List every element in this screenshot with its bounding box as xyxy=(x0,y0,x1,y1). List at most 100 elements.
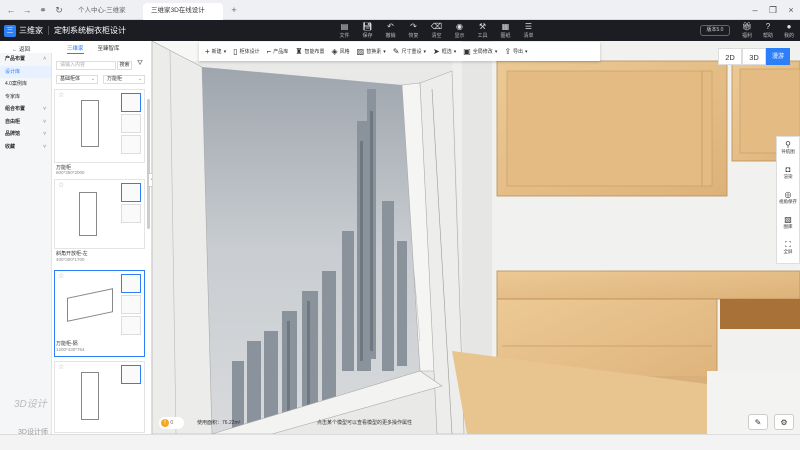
product-dims: 400*300*1700 xyxy=(56,257,85,262)
area-status: 使用面积：76.22m² xyxy=(197,420,241,426)
toolbar-label: 产品库 xyxy=(273,49,289,55)
tool-camera[interactable]: ◘ 渲染 xyxy=(777,162,799,187)
tab-sanweijia[interactable]: 三维家 xyxy=(67,44,84,54)
toolbar-material[interactable]: ▨ 替换素 ▾ xyxy=(357,47,386,56)
menu-display[interactable]: ◉ 显示 xyxy=(448,21,471,41)
user-menu[interactable]: ● 我的 xyxy=(780,21,798,41)
product-card[interactable]: ☆ xyxy=(54,179,145,249)
chevron-icon: ˅ xyxy=(43,118,46,125)
tool-navigation[interactable]: ⚲ 导航图 xyxy=(777,137,799,162)
toolbar-style[interactable]: ◈ 风格 xyxy=(332,47,350,56)
variant-thumb[interactable] xyxy=(121,135,141,154)
category-item[interactable]: 组合布置 ˅ xyxy=(0,103,51,116)
restore-icon[interactable]: ❐ xyxy=(766,3,780,17)
smart-icon: ♜ xyxy=(295,47,303,56)
browser-tab-design[interactable]: 三维家3D在线设计× xyxy=(143,3,223,30)
back-icon[interactable]: ← xyxy=(5,4,17,16)
star-icon[interactable]: ☆ xyxy=(58,272,64,280)
view-walk-button[interactable]: 漫游 xyxy=(766,48,790,65)
variant-thumb[interactable] xyxy=(121,274,141,293)
menu-save[interactable]: 💾︎ 保存 xyxy=(356,21,379,41)
menu-file[interactable]: ▤ 文件 xyxy=(333,21,356,41)
toolbar-plus[interactable]: + 新建 ▾ xyxy=(205,47,226,56)
minimize-icon[interactable]: – xyxy=(748,3,762,17)
room-render xyxy=(152,41,800,434)
variant-thumb[interactable] xyxy=(121,316,141,335)
toolbar-export[interactable]: ⇪ 导出 ▾ xyxy=(504,47,527,56)
toolbar-ruler[interactable]: ✎ 尺寸重设 ▾ xyxy=(393,47,426,56)
tab-zhizhen[interactable]: 至臻智库 xyxy=(98,44,120,54)
cursor-icon: ➤ xyxy=(433,47,440,56)
category-select[interactable]: 基础柜体 ⌄ xyxy=(56,75,98,84)
category-item[interactable]: 专家库 xyxy=(0,91,51,104)
back-link[interactable]: ← 返回 xyxy=(12,45,30,53)
new-tab-button[interactable]: + xyxy=(228,4,240,16)
star-icon[interactable]: ☆ xyxy=(58,363,64,371)
tool-fullscreen[interactable]: ⛶ 全屏 xyxy=(777,237,799,262)
view-3d-button[interactable]: 3D xyxy=(742,48,766,65)
product-card[interactable]: ☆ xyxy=(54,89,145,163)
filter-icon[interactable]: ⛛ xyxy=(137,60,143,68)
scrollbar[interactable] xyxy=(147,99,150,229)
category-item[interactable]: 产品布置 ˄ xyxy=(0,53,51,66)
star-icon[interactable]: ☆ xyxy=(58,181,64,189)
variant-thumb[interactable] xyxy=(121,114,141,133)
category-item[interactable]: 收藏 ˅ xyxy=(0,141,51,154)
subcategory-select[interactable]: 万能柜 ⌄ xyxy=(103,75,145,84)
view-2d-button[interactable]: 2D xyxy=(718,48,742,65)
cabinet-thumbnail xyxy=(81,100,99,147)
right-toolbar: ⚲ 导航图 ◘ 渲染 ◎ 视角保存 ▧ 图库 ⛶ 全屏 xyxy=(776,136,800,264)
menu-redo[interactable]: ↷ 恢复 xyxy=(402,21,425,41)
menu-undo[interactable]: ↶ 撤销 xyxy=(379,21,402,41)
search-input[interactable]: 请输入内容 xyxy=(56,61,116,70)
pencil-icon[interactable]: ✎ xyxy=(748,414,768,430)
chevron-down-icon: ▾ xyxy=(525,48,528,55)
variant-thumbnails xyxy=(121,183,141,225)
chevron-down-icon: ⌄ xyxy=(137,76,142,82)
variant-thumb[interactable] xyxy=(121,295,141,314)
app-logo[interactable]: 三 三维家 定制系统橱衣柜设计 xyxy=(4,24,126,37)
category-item[interactable]: 品牌馆 ˅ xyxy=(0,128,51,141)
tool-image[interactable]: ▧ 图库 xyxy=(777,212,799,237)
menu-clear[interactable]: ⌫ 清空 xyxy=(425,21,448,41)
toolbar-leg[interactable]: ⌐ 产品库 xyxy=(267,47,289,56)
variant-thumb[interactable] xyxy=(121,365,141,384)
export-icon: ⇪ xyxy=(504,47,512,56)
browser-tab-personal[interactable]: 个人中心-三维家× xyxy=(70,3,140,30)
product-card[interactable]: ☆ xyxy=(54,361,145,433)
category-item[interactable]: 自由柜 ˅ xyxy=(0,116,51,129)
welfare-menu[interactable]: 🎁︎ 福利 xyxy=(738,21,756,41)
warning-badge[interactable]: ! 0 xyxy=(159,417,184,429)
link-icon[interactable]: ⚭ xyxy=(37,4,49,16)
product-name: 定制系统橱衣柜设计 xyxy=(54,26,126,35)
toolbar-label: 尺寸重设 xyxy=(401,49,422,55)
toolbar-cursor[interactable]: ➤ 框选 ▾ xyxy=(433,47,456,56)
settings-icon[interactable]: ⚙ xyxy=(774,414,794,430)
forward-icon[interactable]: → xyxy=(21,4,33,16)
close-window-icon[interactable]: × xyxy=(784,3,798,17)
category-item[interactable]: 4.0案例库 xyxy=(0,78,51,91)
menu-drawing[interactable]: ▦ 图纸 xyxy=(494,21,517,41)
variant-thumb[interactable] xyxy=(121,183,141,202)
chevron-icon: ˅ xyxy=(43,131,46,137)
tool-view-angle[interactable]: ◎ 视角保存 xyxy=(777,187,799,212)
help-menu[interactable]: ? 帮助 xyxy=(759,21,777,41)
version-button[interactable]: 版本5.0 xyxy=(700,25,730,36)
toolbar-smart[interactable]: ♜ 智能布置 xyxy=(295,47,324,56)
menu-tools[interactable]: ⚒ 工具 xyxy=(471,21,494,41)
variant-thumb[interactable] xyxy=(121,204,141,223)
toolbar-cabinet[interactable]: ▯ 柜体设计 xyxy=(233,47,259,56)
category-item[interactable]: 设计库 xyxy=(0,65,51,78)
menu-label: 福利 xyxy=(741,33,752,39)
variant-thumb[interactable] xyxy=(121,93,141,112)
menu-list[interactable]: ☰ 清单 xyxy=(517,21,540,41)
star-icon[interactable]: ☆ xyxy=(58,91,64,99)
drawer xyxy=(720,299,800,329)
menu-label: 图纸 xyxy=(500,33,511,39)
3d-viewport[interactable] xyxy=(152,41,800,434)
toolbar-batch[interactable]: ▣ 全局修改 ▾ xyxy=(463,47,497,56)
search-button[interactable]: 搜索 xyxy=(117,61,132,70)
save-icon: 💾︎ xyxy=(362,22,373,31)
refresh-icon[interactable]: ↻ xyxy=(53,4,65,16)
chevron-down-icon: ▾ xyxy=(453,48,457,55)
